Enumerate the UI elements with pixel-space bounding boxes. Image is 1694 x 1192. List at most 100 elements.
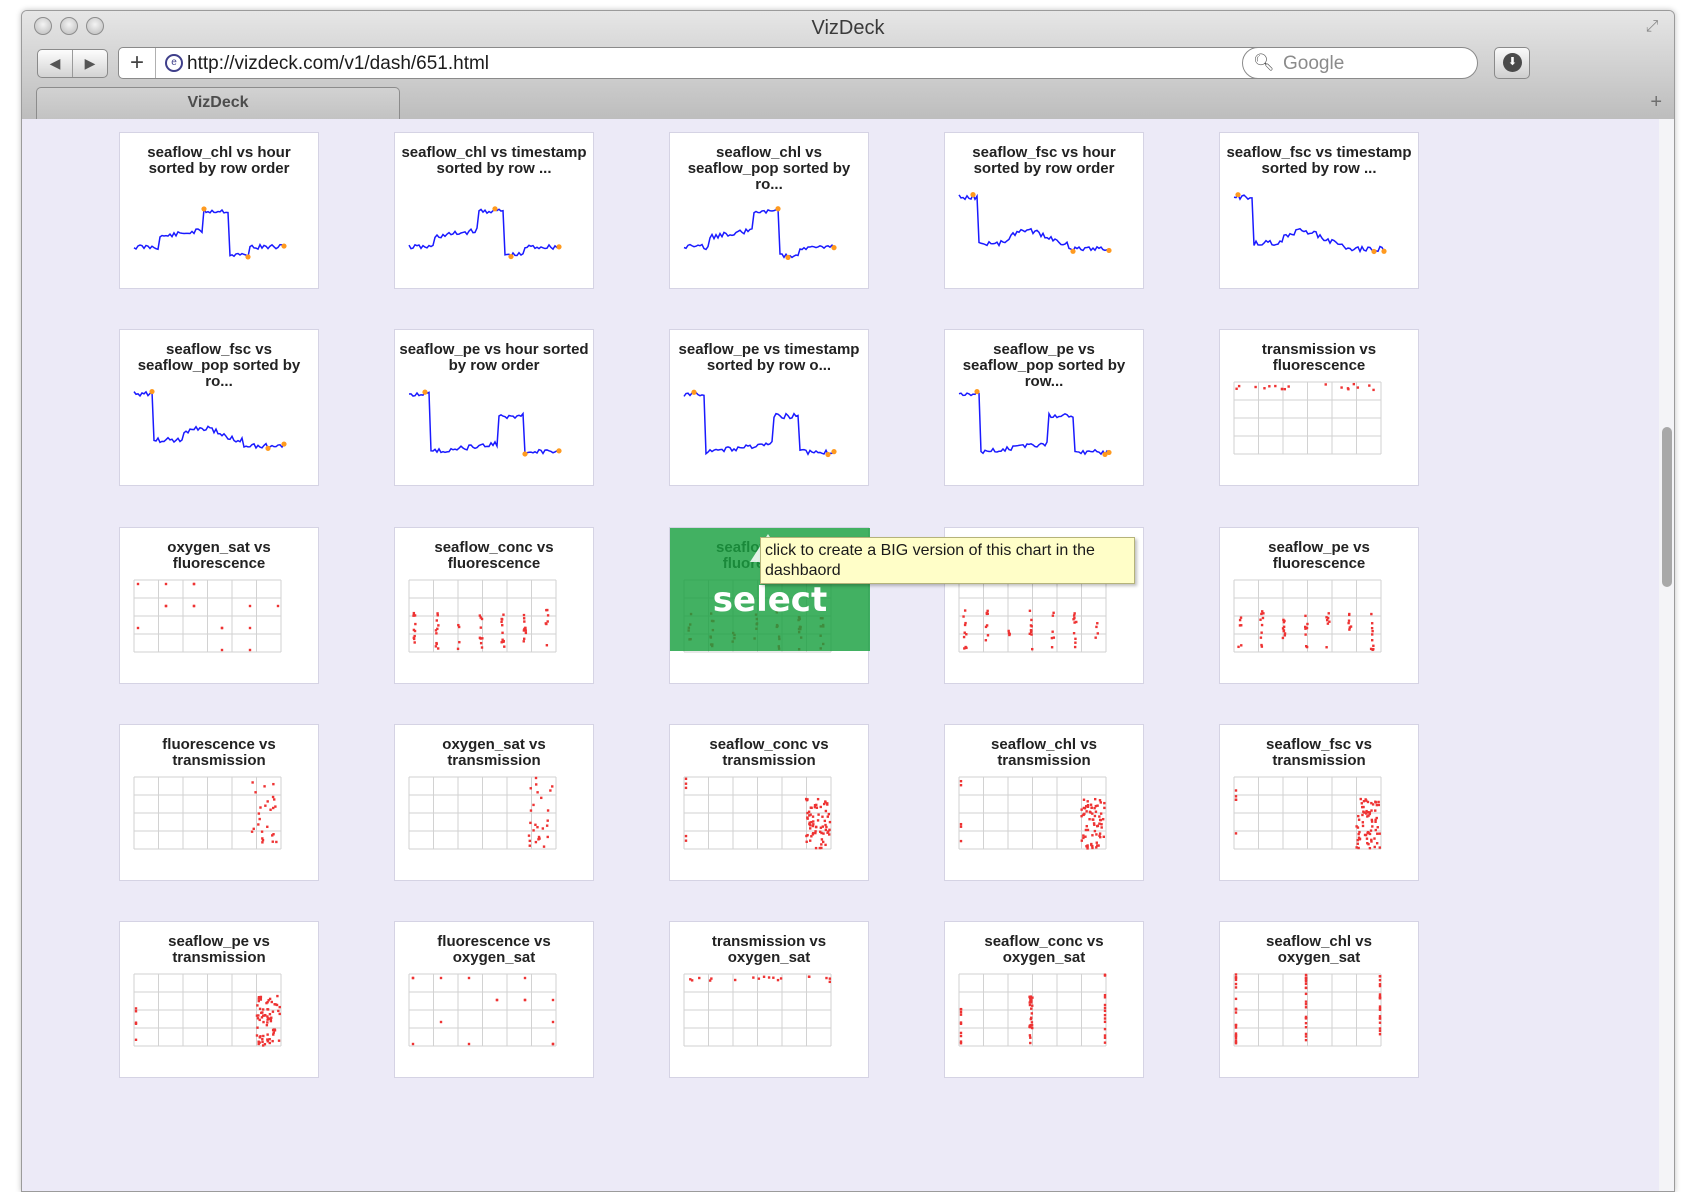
scatter-point	[1103, 801, 1106, 805]
scrollbar-track[interactable]	[1659, 119, 1674, 1191]
scatter-point	[479, 616, 482, 619]
scatter-point	[959, 822, 963, 826]
scatter-point	[266, 1008, 270, 1011]
chart-card[interactable]: fluorescence vs transmission	[119, 724, 319, 881]
chart-card[interactable]: seaflow_fsc vs seaflow_pop sorted by ro.…	[119, 329, 319, 486]
chart-card[interactable]: seaflow_pe vs fluorescence	[1219, 527, 1419, 684]
scatter-point	[256, 1017, 260, 1020]
scatter-point	[1088, 817, 1091, 821]
browser-window: VizDeck ⤢ ◀ ▶ + e http://vizdeck.com/v1/…	[21, 10, 1675, 1192]
scatter-point	[1304, 1016, 1308, 1020]
scatter-point	[1260, 612, 1263, 616]
scatter-point	[259, 996, 262, 999]
series-line	[683, 207, 835, 259]
scatter-point	[1093, 829, 1097, 833]
scatter-point	[1378, 984, 1382, 988]
scatter-point	[1234, 978, 1238, 982]
add-bookmark-button[interactable]: +	[119, 48, 156, 78]
scatter-point	[814, 831, 817, 835]
scatter-point	[1378, 978, 1382, 982]
scatter-point	[811, 833, 815, 836]
chart-card[interactable]: seaflow_fsc vs transmission	[1219, 724, 1419, 881]
chart-card[interactable]: seaflow_chl vs oxygen_sat	[1219, 921, 1419, 1078]
scatter-point	[819, 830, 822, 833]
chart-card[interactable]: fluorescence vs oxygen_sat	[394, 921, 594, 1078]
chart-card[interactable]: seaflow_conc vs fluorescence	[394, 527, 594, 684]
chart-card[interactable]: seaflow_fsc vs timestamp sorted by row .…	[1219, 132, 1419, 289]
chart-card[interactable]: transmission vs oxygen_sat	[669, 921, 869, 1078]
scatter-point	[258, 1007, 262, 1011]
scatter-point	[684, 777, 688, 781]
tab-vizdeck[interactable]: VizDeck	[36, 87, 400, 120]
chart-card[interactable]: oxygen_sat vs transmission	[394, 724, 594, 881]
scatter-point	[1086, 828, 1090, 832]
chart-card[interactable]: oxygen_sat vs fluorescence	[119, 527, 319, 684]
chart-card-title: oxygen_sat vs transmission	[442, 736, 546, 769]
scatter-point	[826, 803, 829, 806]
forward-button[interactable]: ▶	[73, 50, 107, 77]
chart-card-title: seaflow_pe vs transmission	[168, 933, 270, 966]
scatter-point	[276, 994, 279, 998]
scatter-point	[272, 1028, 276, 1031]
scatter-point	[268, 1017, 271, 1020]
search-field[interactable]: 🔍︎ Google	[1242, 47, 1478, 79]
scatter-point	[412, 636, 416, 639]
scatter-point	[1082, 798, 1086, 801]
scatter-point	[1008, 632, 1011, 636]
chart-card[interactable]: seaflow_conc vs oxygen_sat	[944, 921, 1144, 1078]
scatter-point	[690, 979, 694, 982]
fullscreen-icon[interactable]: ⤢	[1642, 17, 1662, 37]
scatter-point	[1050, 646, 1054, 649]
scatter-point	[1355, 846, 1358, 849]
chart-card[interactable]: seaflow_chl vs hour sorted by row order	[119, 132, 319, 289]
scatter-point	[1234, 832, 1238, 835]
scatter-point	[495, 998, 499, 1002]
scatter-point	[1304, 1021, 1308, 1025]
scatter-point	[1051, 614, 1055, 617]
scatter-point	[1084, 828, 1088, 832]
scatter-point	[1091, 846, 1094, 850]
scatter-point	[1378, 832, 1381, 835]
scatter-point	[1074, 637, 1077, 641]
back-button[interactable]: ◀	[38, 50, 73, 77]
scatter-point	[255, 1034, 259, 1037]
scatter-point	[259, 806, 262, 809]
chart-card[interactable]: seaflow_fsc vs hour sorted by row order	[944, 132, 1144, 289]
chart-card[interactable]: seaflow_pe vs transmission	[119, 921, 319, 1078]
scrollbar-thumb[interactable]	[1662, 427, 1672, 587]
scatter-point	[500, 620, 503, 624]
select-label[interactable]: select	[670, 580, 870, 620]
scatter-point	[1094, 636, 1097, 639]
scatter-point	[1095, 841, 1098, 844]
scatter-point	[1365, 837, 1369, 840]
chart-card[interactable]: seaflow_pe vs seaflow_pop sorted by row.…	[944, 329, 1144, 486]
chart-thumbnail	[1233, 192, 1387, 255]
scatter-point	[1304, 976, 1308, 979]
scatter-point	[1103, 1036, 1107, 1040]
scatter-point	[1103, 993, 1107, 997]
scatter-point	[522, 640, 525, 643]
scatter-point	[503, 645, 506, 648]
scatter-point	[251, 781, 254, 784]
scatter-point	[1366, 811, 1369, 814]
url-text[interactable]: http://vizdeck.com/v1/dash/651.html	[187, 53, 489, 75]
address-bar[interactable]: + e http://vizdeck.com/v1/dash/651.html …	[118, 47, 1323, 79]
chart-card[interactable]: transmission vs fluorescence	[1219, 329, 1419, 486]
scatter-point	[1083, 807, 1087, 810]
scatter-point	[959, 839, 963, 843]
new-tab-button[interactable]: +	[1650, 91, 1662, 114]
chart-card[interactable]: seaflow_chl vs seaflow_pop sorted by ro.…	[669, 132, 869, 289]
scatter-point	[1304, 1038, 1308, 1042]
downloads-button[interactable]: ⬇	[1494, 47, 1530, 79]
extreme-marker	[556, 244, 562, 250]
scatter-point	[262, 1034, 265, 1038]
scatter-point	[551, 785, 554, 788]
chart-card[interactable]: seaflow_conc vs transmission	[669, 724, 869, 881]
scatter-point	[1085, 810, 1088, 813]
chart-card[interactable]: seaflow_pe vs hour sorted by row order	[394, 329, 594, 486]
scatter-point	[1084, 835, 1087, 838]
chart-card[interactable]: seaflow_chl vs timestamp sorted by row .…	[394, 132, 594, 289]
chart-card[interactable]: seaflow_chl vs transmission	[944, 724, 1144, 881]
chart-card[interactable]: seaflow_pe vs timestamp sorted by row o.…	[669, 329, 869, 486]
scatter-point	[1103, 1041, 1107, 1044]
